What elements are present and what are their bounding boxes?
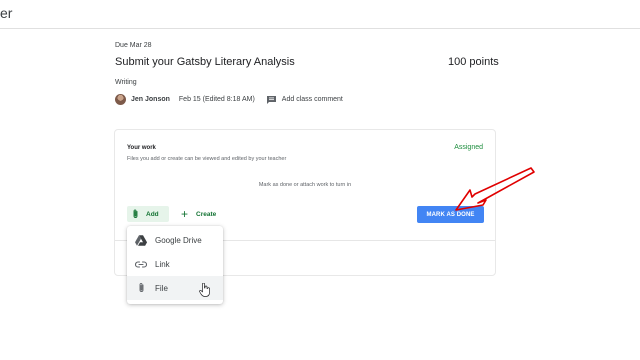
turn-in-hint: Mark as done or attach work to turn in [258,182,352,188]
hand-cursor-icon [199,283,210,297]
your-work-description: Files you add or create can be viewed an… [127,156,287,162]
post-date: Feb 15 (Edited 8:18 AM) [178,96,255,103]
author-avatar [115,94,126,105]
assignment-meta: Jen Jonson Feb 15 (Edited 8:18 AM) Add c… [115,93,343,106]
status-badge: Assigned [454,144,483,151]
plus-icon: + [181,207,189,221]
menu-item-link[interactable]: Link [127,252,223,276]
create-button[interactable]: + Create [179,206,216,222]
create-button-label: Create [196,210,217,218]
menu-item-label: Google Drive [155,235,202,245]
add-button[interactable]: Add [127,206,169,222]
paperclip-icon [133,209,138,218]
add-button-label: Add [146,210,159,218]
due-date: Due Mar 28 [115,42,152,49]
app-bar-title-fragment: er [0,5,13,21]
menu-item-label: Link [155,259,170,269]
menu-item-label: File [155,283,168,293]
assignment-points: 100 points [448,56,499,68]
assignment-topic: Writing [115,79,137,86]
menu-item-google-drive[interactable]: Google Drive [127,228,223,252]
mark-as-done-label: MARK AS DONE [426,211,475,218]
your-work-heading: Your work [127,145,156,151]
comment-icon[interactable] [266,95,277,105]
author-name: Jen Jonson [131,96,170,103]
mark-as-done-button[interactable]: MARK AS DONE [417,206,484,223]
paperclip-icon [135,282,147,294]
google-drive-icon [135,234,147,246]
assignment-title: Submit your Gatsby Literary Analysis [115,56,295,68]
add-class-comment-link[interactable]: Add class comment [282,96,343,103]
link-icon [135,258,147,270]
top-app-bar: er [0,0,640,29]
